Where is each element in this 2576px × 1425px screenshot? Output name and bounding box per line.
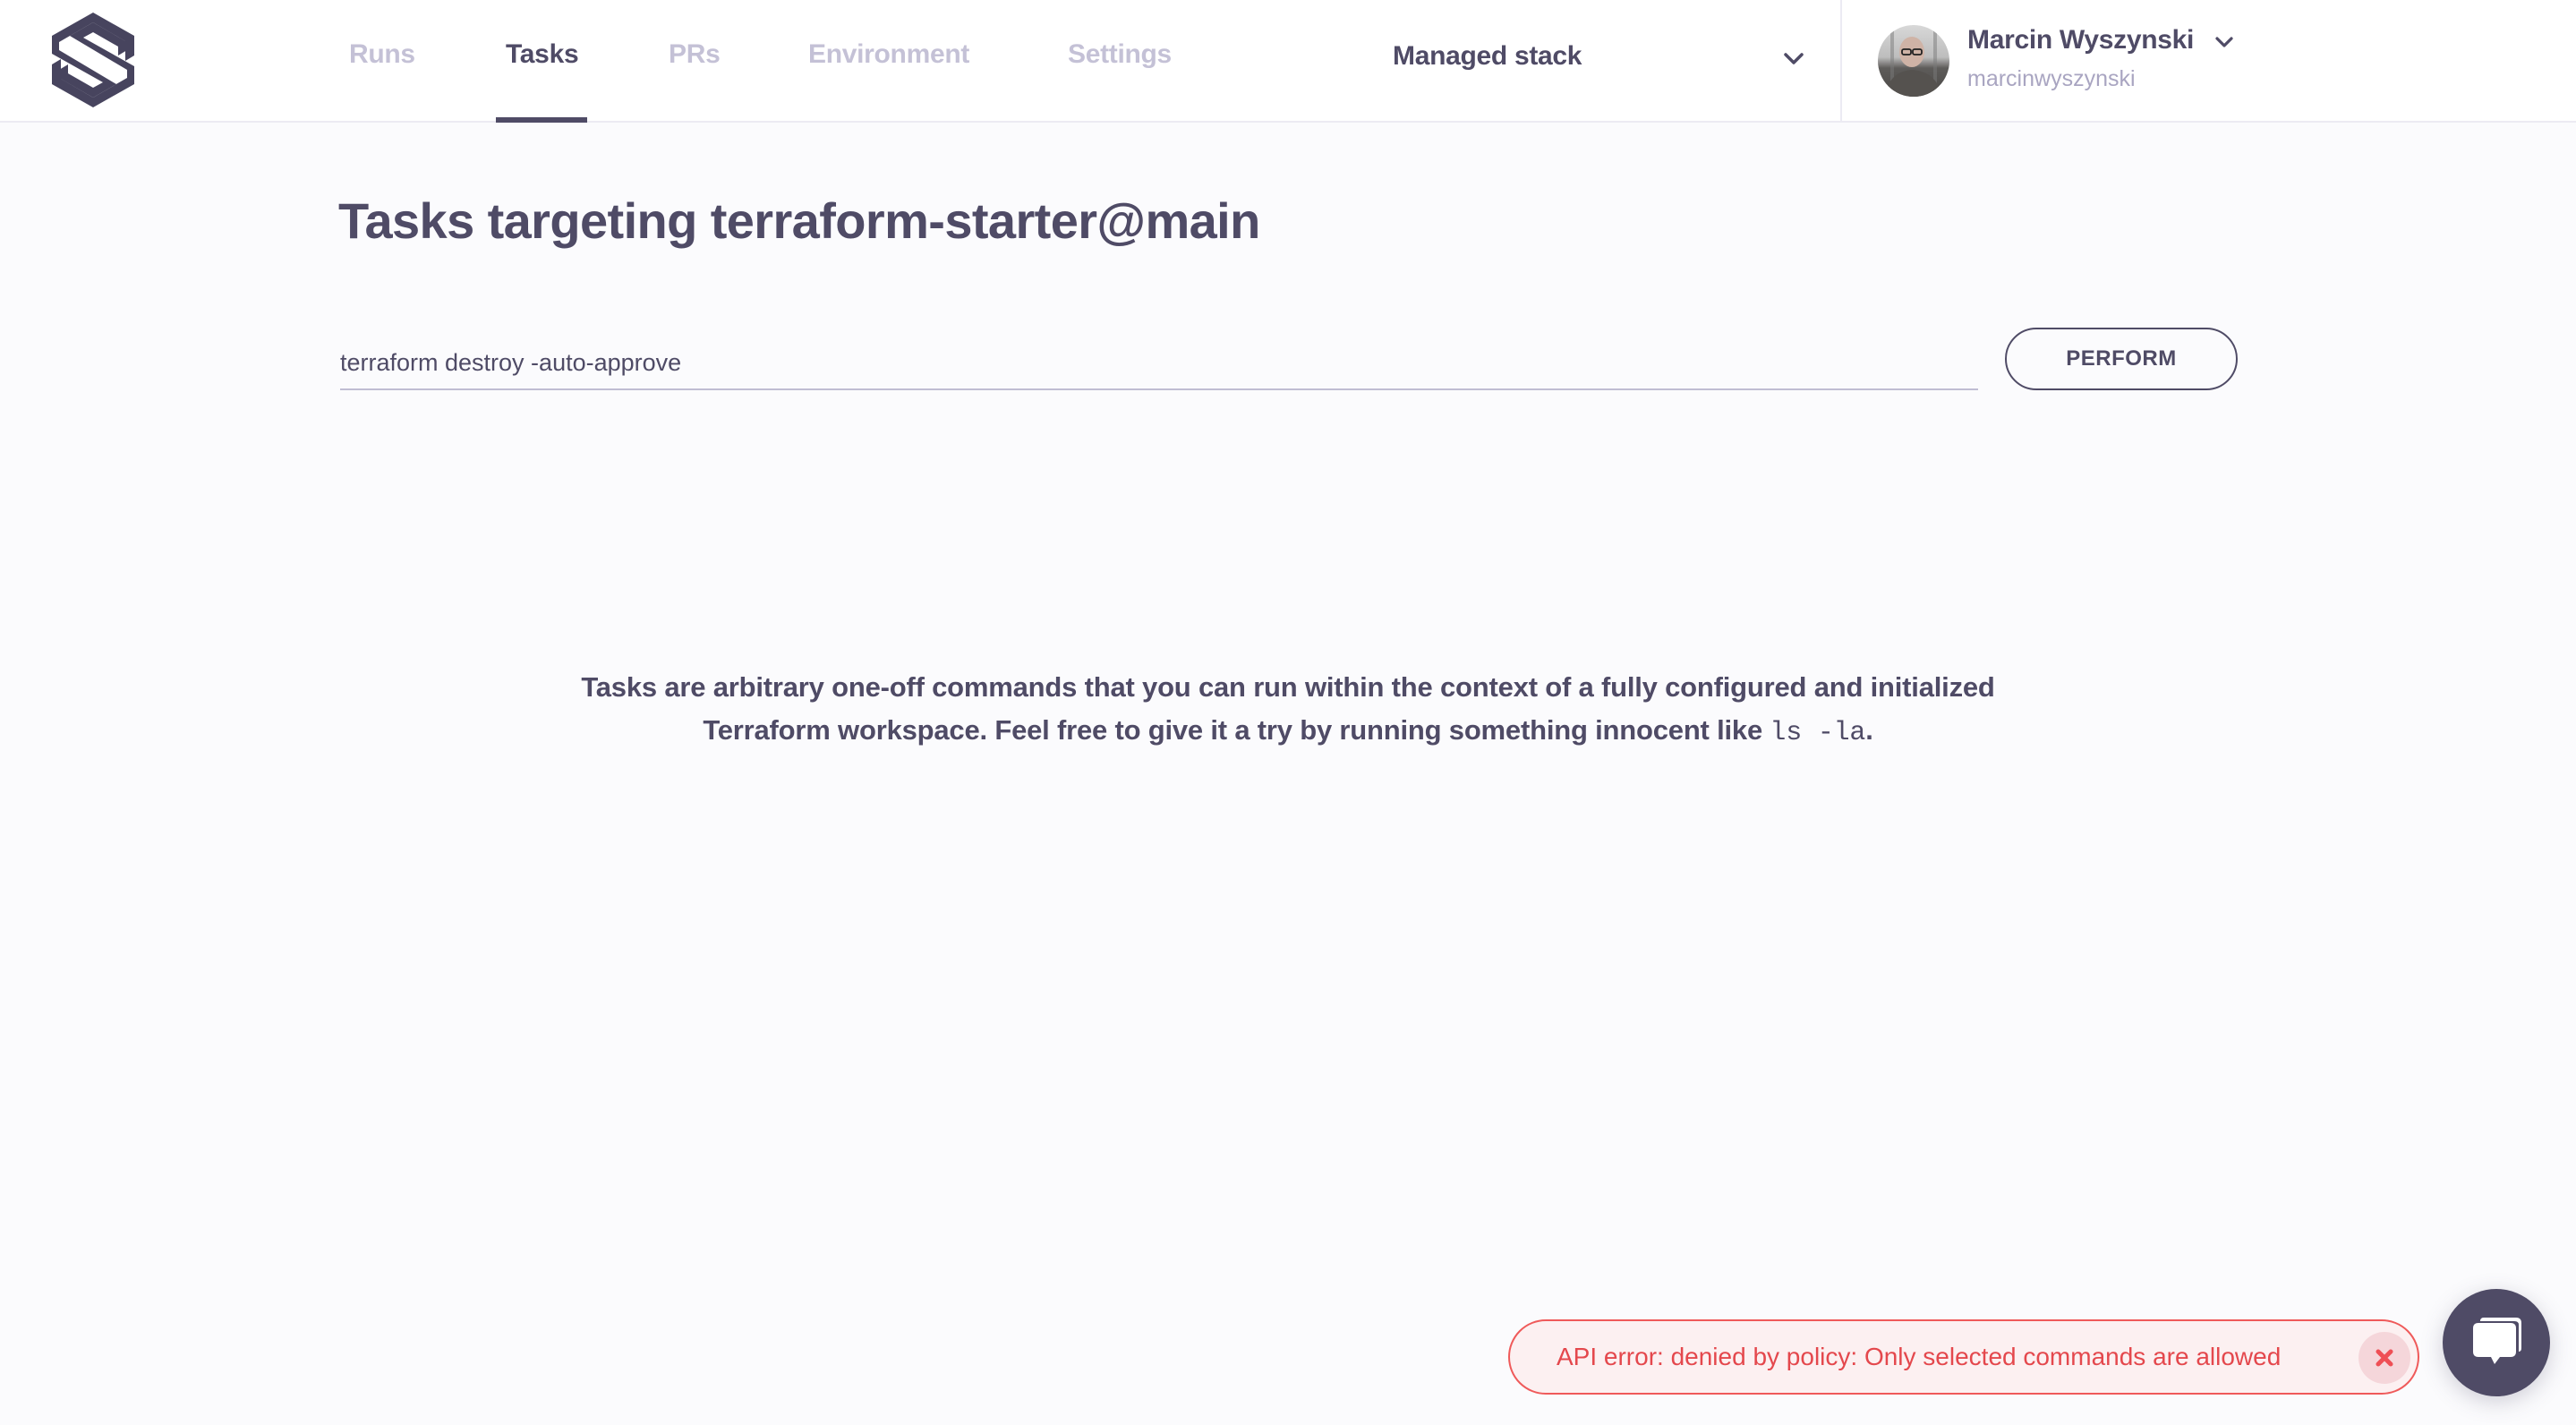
description-text: Terraform workspace. Feel free to give i… (703, 714, 1770, 746)
description-line-1: Tasks are arbitrary one-off commands tha… (581, 671, 1995, 703)
nav-tab-runs[interactable]: Runs (349, 39, 415, 70)
user-menu[interactable]: Marcin Wyszynski marcinwyszynski (1871, 16, 2265, 106)
nav-tab-settings[interactable]: Settings (1068, 39, 1172, 70)
chat-support-button[interactable] (2443, 1289, 2550, 1396)
error-toast: API error: denied by policy: Only select… (1508, 1319, 2419, 1395)
user-name: Marcin Wyszynski (1967, 25, 2195, 55)
page-title: Tasks targeting terraform-starter@main (338, 192, 1260, 249)
nav-tab-tasks[interactable]: Tasks (506, 39, 579, 70)
active-tab-indicator (496, 117, 587, 123)
nav-tab-environment[interactable]: Environment (808, 39, 969, 70)
chat-bubbles-icon (2473, 1318, 2521, 1364)
task-command-input[interactable] (340, 337, 1978, 390)
avatar (1878, 25, 1949, 97)
chevron-down-icon (2215, 37, 2233, 47)
description-line-2: Terraform workspace. Feel free to give i… (0, 709, 2576, 755)
perform-button[interactable]: PERFORM (2005, 328, 2238, 390)
top-header: Runs Tasks PRs Environment Settings Mana… (0, 0, 2576, 123)
tasks-description: Tasks are arbitrary one-off commands tha… (0, 666, 2576, 755)
stack-selector[interactable]: Managed stack (1369, 18, 1826, 98)
user-handle: marcinwyszynski (1967, 66, 2136, 91)
error-message: API error: denied by policy: Only select… (1557, 1343, 2282, 1370)
nav-tab-prs[interactable]: PRs (669, 39, 721, 70)
header-divider (1840, 0, 1842, 123)
close-icon (2376, 1349, 2393, 1367)
chevron-down-icon (1784, 53, 1804, 64)
spacelift-logo-icon[interactable] (47, 9, 140, 111)
stack-selector-label: Managed stack (1393, 41, 1582, 71)
description-suffix: . (1865, 714, 1873, 746)
close-toast-button[interactable] (2358, 1332, 2410, 1384)
example-command: ls -la (1770, 718, 1866, 748)
